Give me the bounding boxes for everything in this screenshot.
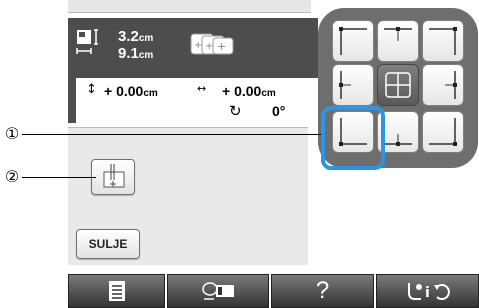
svg-text:+: +: [194, 40, 202, 51]
vertical-arrows-icon: ↕: [86, 82, 97, 97]
x-offset-value: + 0.00: [222, 83, 262, 99]
needle-start-icon: [103, 164, 125, 188]
y-offset-value: + 0.00: [104, 83, 144, 99]
starting-point-button[interactable]: [91, 159, 135, 195]
svg-text:+: +: [217, 40, 226, 53]
grid-top-right-button[interactable]: [422, 20, 464, 62]
callout-1: ①: [4, 124, 20, 143]
position-readout: ↕ + 0.00cm ↔ + 0.00cm ↻ 0°: [76, 78, 320, 124]
svg-text:+: +: [205, 41, 213, 52]
size-icon: [76, 29, 98, 54]
close-button[interactable]: SULJE: [76, 229, 140, 259]
y-offset-unit: cm: [143, 88, 158, 99]
grid-top-left-button[interactable]: [332, 20, 374, 62]
page-button[interactable]: [68, 274, 165, 308]
embroidery-edit-icon: [202, 282, 234, 300]
callout-2: ②: [4, 167, 20, 186]
highlight-frame: [321, 106, 385, 170]
horizontal-arrows-icon: ↔: [197, 82, 207, 95]
pattern-width-value: 3.2: [118, 28, 139, 45]
edge-middle-left-icon: [339, 71, 351, 99]
rotation-value: 0°: [272, 103, 286, 119]
x-offset-readout: + 0.00cm: [222, 83, 276, 99]
y-offset-readout: + 0.00cm: [104, 83, 158, 99]
edge-top-center-icon: [384, 27, 412, 41]
grid-middle-right-button[interactable]: [422, 64, 464, 106]
grid-bottom-right-button[interactable]: [422, 111, 464, 153]
pattern-height-value: 9.1: [118, 45, 139, 62]
embroidery-layout-screen: 3.2cm 9.1cm + + + ↕ + 0.00cm ↔ + 0.00cm …: [0, 0, 479, 308]
callout-2-line: [22, 177, 96, 178]
grid-center-button[interactable]: [377, 64, 419, 106]
embroidery-edit-button[interactable]: [167, 274, 269, 308]
sewing-info-icon: i: [407, 283, 450, 301]
grid-middle-left-button[interactable]: [332, 64, 374, 106]
corner-bottom-right-icon: [429, 118, 457, 146]
svg-text:i: i: [425, 285, 430, 301]
grid-top-center-button[interactable]: [377, 20, 419, 62]
corner-top-right-icon: [429, 27, 457, 55]
rotate-icon: ↻: [229, 102, 242, 120]
callout-1-line: [22, 134, 321, 135]
edge-middle-right-icon: [445, 71, 457, 99]
corner-top-left-icon: [339, 27, 367, 55]
center-cross-icon: [385, 72, 411, 98]
x-offset-unit: cm: [261, 88, 276, 99]
pattern-width-unit: cm: [138, 33, 154, 44]
page-icon: [108, 281, 125, 301]
sewing-info-button[interactable]: i: [376, 274, 479, 308]
top-strip: [68, 0, 311, 13]
pattern-size-values: 3.2cm 9.1cm: [118, 29, 153, 63]
help-button[interactable]: ?: [271, 274, 374, 308]
hoop-icon: + + +: [190, 33, 234, 55]
pattern-height-unit: cm: [138, 50, 154, 61]
